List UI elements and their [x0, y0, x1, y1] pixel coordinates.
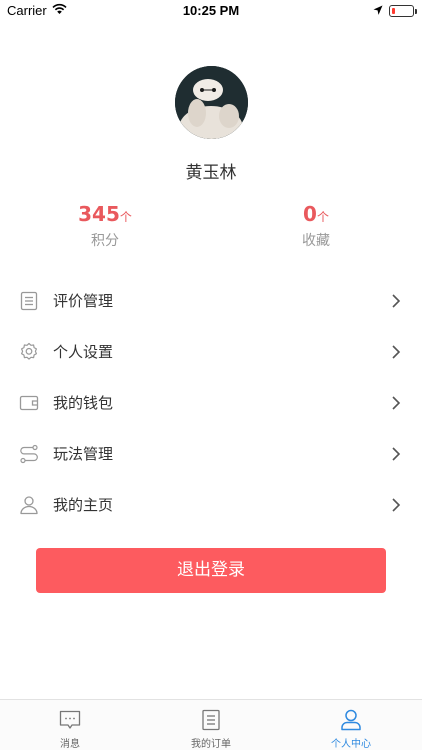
username: 黄玉林 — [185, 163, 237, 183]
status-bar: Carrier 10:25 PM — [0, 0, 422, 22]
chevron-right-icon — [392, 396, 401, 410]
menu-list: 评价管理 个人设置 我的钱包 玩法管理 我的主页 — [0, 275, 422, 530]
chevron-right-icon — [392, 345, 401, 359]
message-icon — [59, 710, 81, 729]
favorites-value: 0 — [303, 202, 317, 226]
tab-label: 我的订单 — [191, 739, 231, 750]
chevron-right-icon — [392, 498, 401, 512]
clock: 10:25 PM — [182, 3, 240, 18]
route-icon — [20, 444, 38, 464]
logout-button[interactable]: 退出登录 — [36, 548, 386, 593]
menu-item-label: 玩法管理 — [53, 445, 114, 463]
list-icon — [20, 291, 38, 311]
battery-cap — [415, 9, 417, 14]
menu-item-review-management[interactable]: 评价管理 — [0, 275, 422, 326]
menu-item-label: 评价管理 — [53, 292, 114, 310]
points-unit: 个 — [119, 210, 132, 224]
tab-label: 个人中心 — [331, 739, 371, 750]
favorites-label: 收藏 — [302, 233, 330, 249]
person-icon — [341, 709, 361, 731]
avatar[interactable] — [175, 66, 248, 139]
gear-icon — [21, 342, 37, 360]
user-icon — [20, 496, 38, 515]
location-arrow-icon — [373, 5, 383, 15]
menu-item-label: 我的主页 — [53, 496, 114, 514]
tab-my-orders[interactable]: 我的订单 — [141, 700, 281, 750]
tab-messages[interactable]: 消息 — [0, 700, 140, 750]
chevron-right-icon — [392, 447, 401, 461]
menu-item-gameplay-management[interactable]: 玩法管理 — [0, 428, 422, 479]
points-label: 积分 — [91, 233, 119, 249]
wallet-icon — [19, 395, 39, 411]
menu-item-wallet[interactable]: 我的钱包 — [0, 377, 422, 428]
menu-item-label: 个人设置 — [53, 343, 114, 361]
menu-item-personal-settings[interactable]: 个人设置 — [0, 326, 422, 377]
favorites-unit: 个 — [316, 210, 329, 224]
tab-bar: 消息 我的订单 个人中心 — [0, 699, 422, 750]
order-icon — [202, 709, 220, 731]
points-value: 345 — [78, 202, 120, 226]
menu-item-my-homepage[interactable]: 我的主页 — [0, 479, 422, 530]
avatar-baymax — [175, 66, 248, 139]
battery-icon — [389, 5, 414, 17]
favorites-stat[interactable]: 0个 收藏 — [256, 202, 376, 250]
points-stat[interactable]: 345个 积分 — [45, 202, 165, 250]
menu-item-label: 我的钱包 — [53, 394, 114, 412]
chevron-right-icon — [392, 294, 401, 308]
tab-personal-center[interactable]: 个人中心 — [281, 700, 421, 750]
battery-level — [392, 8, 395, 14]
tab-label: 消息 — [60, 739, 80, 750]
